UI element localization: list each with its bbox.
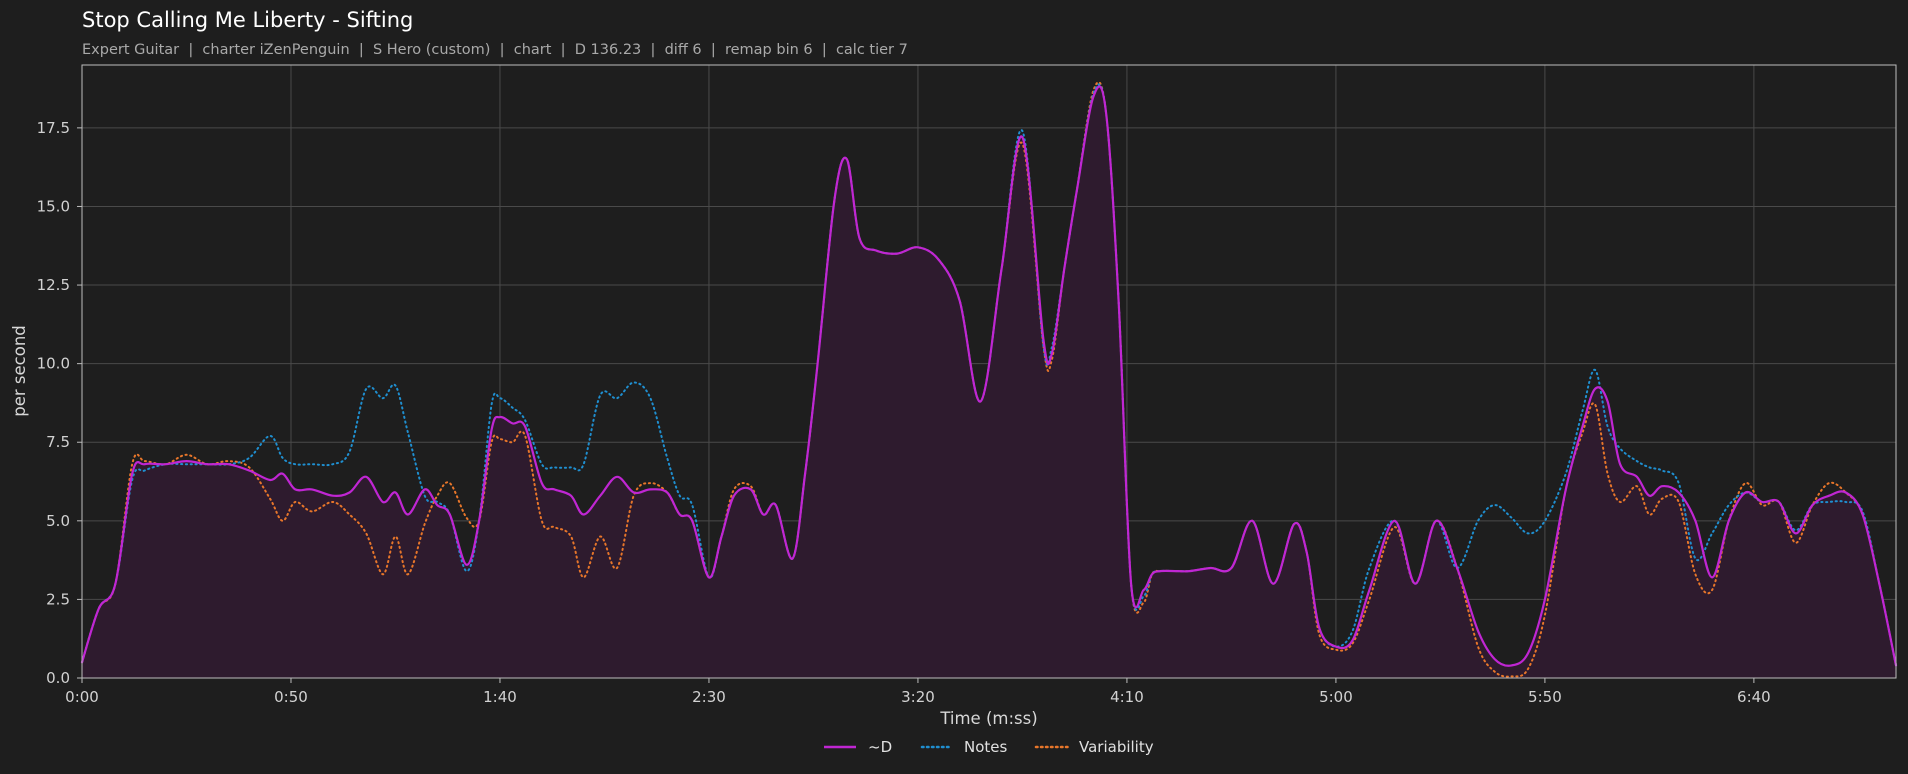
y-tick-label: 10.0: [37, 355, 70, 373]
x-tick-label: 3:20: [901, 688, 935, 706]
x-tick-label: 5:00: [1319, 688, 1353, 706]
d-area-fill: [82, 86, 1896, 679]
chart-title: Stop Calling Me Liberty - Sifting: [82, 8, 413, 32]
y-tick-label: 0.0: [46, 669, 70, 687]
legend: ~D Notes Variability: [824, 738, 1154, 756]
x-tick-label: 0:50: [274, 688, 308, 706]
y-tick-label: 12.5: [37, 276, 70, 294]
area-fill-layer: [82, 86, 1896, 679]
y-tick-label: 5.0: [46, 512, 70, 530]
y-axis-label: per second: [10, 325, 29, 417]
y-tick-label: 2.5: [46, 590, 70, 608]
x-tick-label: 4:10: [1110, 688, 1144, 706]
legend-label-variability: Variability: [1079, 738, 1154, 756]
chart-subtitle: Expert Guitar | charter iZenPenguin | S …: [82, 42, 908, 58]
legend-label-notes: Notes: [964, 738, 1008, 756]
x-tick-label: 1:40: [483, 688, 517, 706]
x-tick-label: 6:40: [1737, 688, 1771, 706]
x-tick-label: 2:30: [692, 688, 726, 706]
legend-label-d: ~D: [868, 738, 892, 756]
y-tick-label: 15.0: [37, 197, 70, 215]
x-tick-label: 5:50: [1528, 688, 1562, 706]
y-tick-label: 7.5: [46, 433, 70, 451]
x-axis-label: Time (m:ss): [939, 709, 1037, 728]
y-tick-label: 17.5: [37, 119, 70, 137]
chart-svg: Stop Calling Me Liberty - Sifting Expert…: [10, 8, 1898, 756]
x-tick-label: 0:00: [65, 688, 99, 706]
